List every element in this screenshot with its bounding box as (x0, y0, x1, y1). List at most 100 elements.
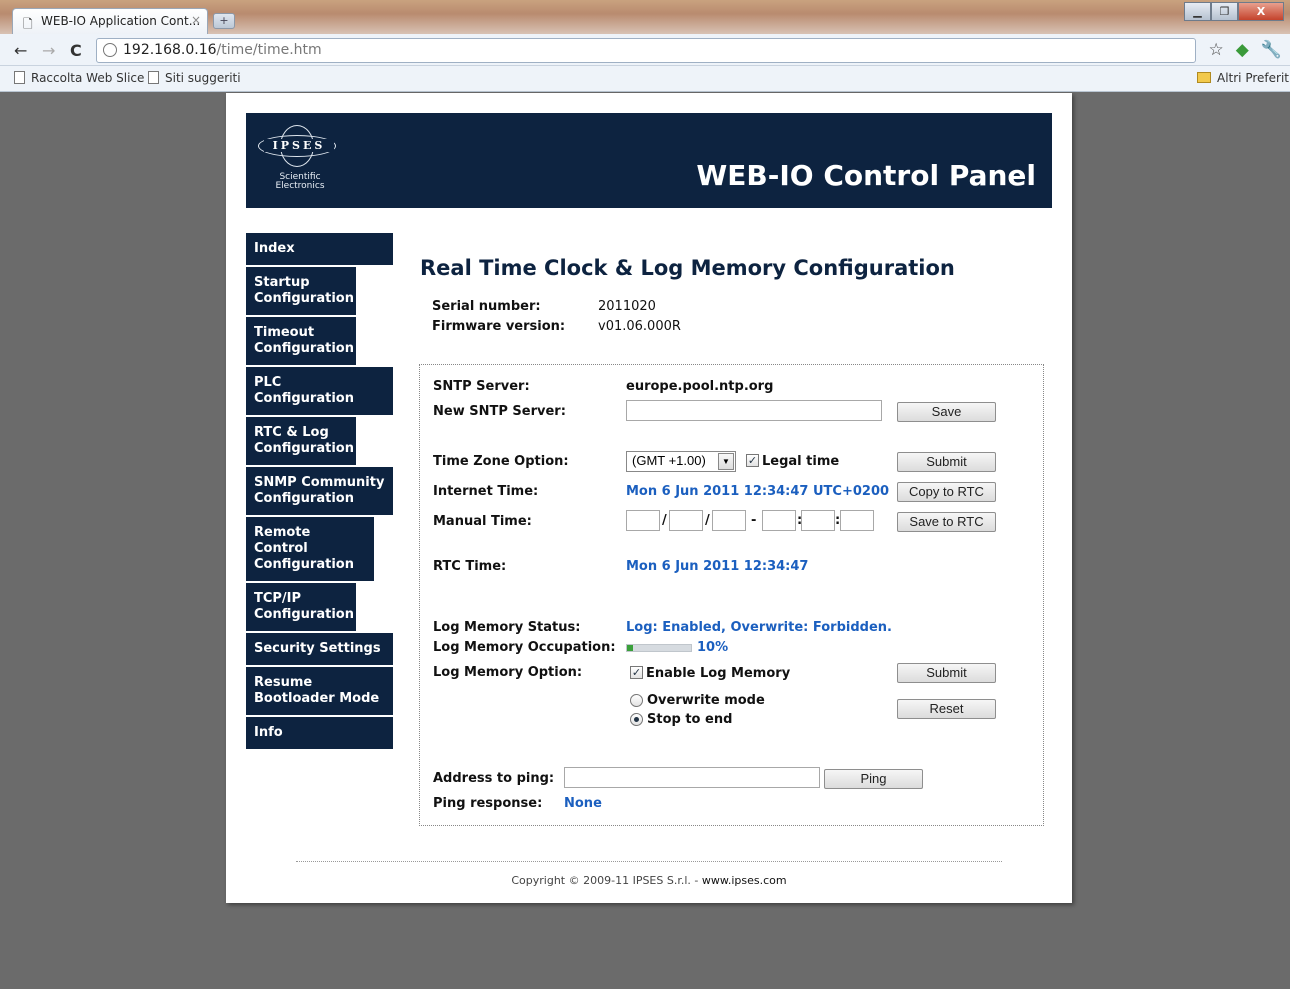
new-sntp-label: New SNTP Server: (433, 404, 566, 419)
firmware-value: v01.06.000R (598, 319, 681, 334)
timezone-selected: (GMT +1.00) (632, 453, 706, 468)
copy-to-rtc-button[interactable]: Copy to RTC (897, 482, 996, 502)
back-arrow-icon[interactable]: ← (14, 41, 27, 60)
ping-button[interactable]: Ping (824, 769, 923, 789)
sidebar-item-plc[interactable]: PLC Configuration (246, 367, 393, 415)
bookmark-item[interactable]: Raccolta Web Slice (14, 71, 144, 85)
sntp-label: SNTP Server: (433, 379, 530, 394)
logo-subtitle: Scientific Electronics (275, 172, 325, 191)
internet-time-value: Mon 6 Jun 2011 12:34:47 UTC+0200 (626, 484, 890, 499)
timezone-label: Time Zone Option: (433, 454, 569, 469)
reload-icon[interactable]: C (70, 41, 82, 60)
other-bookmarks-label: Altri Preferiti (1217, 71, 1290, 85)
page-banner-title: WEB-IO Control Panel (696, 159, 1036, 192)
sntp-value: europe.pool.ntp.org (626, 379, 774, 394)
serial-value: 2011020 (598, 299, 656, 314)
manual-second-input[interactable] (840, 510, 874, 531)
ping-address-label: Address to ping: (433, 771, 555, 786)
log-status-label: Log Memory Status: (433, 620, 581, 635)
log-submit-button[interactable]: Submit (897, 663, 996, 683)
address-bar[interactable]: 192.168.0.16/time/time.htm (96, 38, 1196, 63)
internet-time-label: Internet Time: (433, 484, 539, 499)
reset-button[interactable]: Reset (897, 699, 996, 719)
browser-toolbar: ← → C 192.168.0.16/time/time.htm ☆ ◆ 🔧 (0, 34, 1290, 66)
wrench-icon[interactable]: 🔧 (1261, 40, 1282, 60)
sidebar-item-index[interactable]: Index (246, 233, 393, 265)
sidebar-item-security[interactable]: Security Settings (246, 633, 393, 665)
browser-titlebar: 🗋 WEB-IO Application Cont... × + ▁ ❐ X (0, 0, 1290, 34)
ping-address-input[interactable] (564, 767, 820, 788)
header-banner: IPSES Scientific Electronics WEB-IO Cont… (246, 113, 1052, 208)
save-button[interactable]: Save (897, 402, 996, 422)
overwrite-mode-radio[interactable] (630, 694, 643, 707)
manual-minute-input[interactable] (801, 510, 835, 531)
ping-response-value: None (564, 796, 602, 811)
enable-log-checkbox[interactable]: ✓ (630, 666, 643, 679)
rtc-time-value: Mon 6 Jun 2011 12:34:47 (626, 559, 809, 574)
sidebar-item-rtc-log[interactable]: RTC & Log Configuration (246, 417, 356, 465)
new-sntp-input[interactable] (626, 400, 882, 421)
sidebar-item-tcpip[interactable]: TCP/IP Configuration (246, 583, 356, 631)
forward-arrow-icon[interactable]: → (42, 41, 55, 60)
stop-to-end-label: Stop to end (647, 712, 733, 727)
manual-month-input[interactable] (669, 510, 703, 531)
tab-close-icon[interactable]: × (191, 13, 201, 27)
new-tab-button[interactable]: + (213, 13, 235, 29)
sidebar-item-startup[interactable]: Startup Configuration (246, 267, 356, 315)
minimize-button[interactable]: ▁ (1184, 2, 1211, 21)
extension-icon[interactable]: ◆ (1236, 40, 1249, 60)
manual-hour-input[interactable] (762, 510, 796, 531)
url-path: /time/time.htm (216, 42, 322, 58)
logo-text: IPSES (264, 139, 334, 152)
enable-log-label: Enable Log Memory (646, 666, 791, 681)
bookmark-item[interactable]: Siti suggeriti (148, 71, 241, 85)
footer: Copyright © 2009-11 IPSES S.r.l. - www.i… (226, 874, 1072, 887)
legal-time-label: Legal time (762, 454, 840, 469)
sidebar-nav: Index Startup Configuration Timeout Conf… (246, 233, 393, 751)
ipses-logo: IPSES Scientific Electronics (258, 125, 340, 195)
log-occupation-label: Log Memory Occupation: (433, 640, 616, 655)
folder-icon (1197, 72, 1211, 83)
browser-tab[interactable]: 🗋 WEB-IO Application Cont... × (12, 8, 208, 34)
rtc-time-label: RTC Time: (433, 559, 507, 574)
other-bookmarks[interactable]: Altri Preferiti (1197, 71, 1290, 85)
save-to-rtc-button[interactable]: Save to RTC (897, 512, 996, 532)
maximize-button[interactable]: ❐ (1211, 2, 1238, 21)
sidebar-item-info[interactable]: Info (246, 717, 393, 749)
log-occupation-bar (626, 644, 692, 652)
sidebar-item-timeout[interactable]: Timeout Configuration (246, 317, 356, 365)
website-link[interactable]: www.ipses.com (702, 874, 787, 887)
url-host: 192.168.0.16 (123, 42, 217, 58)
footer-divider (296, 861, 1002, 862)
log-option-label: Log Memory Option: (433, 665, 583, 680)
bookmark-label: Raccolta Web Slice (31, 71, 145, 85)
tab-title: WEB-IO Application Cont... (41, 14, 201, 28)
bookmark-label: Siti suggeriti (165, 71, 241, 85)
stop-to-end-radio[interactable] (630, 713, 643, 726)
serial-label: Serial number: (432, 299, 541, 314)
page-icon: 🗋 (23, 17, 33, 31)
page-icon (148, 71, 159, 84)
timezone-select[interactable]: (GMT +1.00) ▼ (626, 451, 736, 472)
manual-day-input[interactable] (626, 510, 660, 531)
globe-icon (103, 43, 117, 57)
manual-time-label: Manual Time: (433, 514, 532, 529)
overwrite-mode-label: Overwrite mode (647, 693, 765, 708)
chevron-down-icon: ▼ (718, 453, 734, 470)
toolbar-right: ☆ ◆ 🔧 (1209, 40, 1283, 60)
log-occupation-value: 10% (697, 640, 729, 655)
log-status-value: Log: Enabled, Overwrite: Forbidden. (626, 620, 892, 635)
sidebar-item-remote-control[interactable]: Remote Control Configuration (246, 517, 374, 581)
star-icon[interactable]: ☆ (1209, 40, 1224, 60)
close-window-button[interactable]: X (1238, 2, 1284, 21)
legal-time-checkbox[interactable]: ✓ (746, 454, 759, 467)
timezone-submit-button[interactable]: Submit (897, 452, 996, 472)
firmware-label: Firmware version: (432, 319, 566, 334)
sidebar-item-snmp[interactable]: SNMP Community Configuration (246, 467, 393, 515)
page-icon (14, 71, 25, 84)
log-occupation-fill (627, 645, 634, 651)
manual-year-input[interactable] (712, 510, 746, 531)
sidebar-item-bootloader[interactable]: Resume Bootloader Mode (246, 667, 393, 715)
copyright-text: Copyright © 2009-11 IPSES S.r.l. - (511, 874, 702, 887)
window-controls: ▁ ❐ X (1184, 2, 1284, 21)
